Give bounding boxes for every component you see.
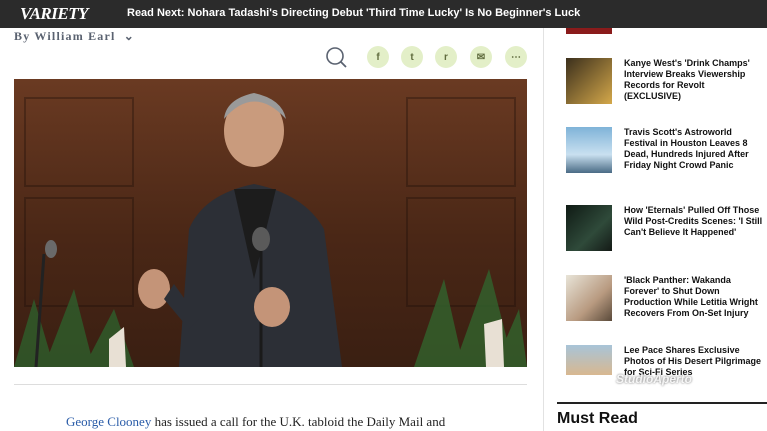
column-separator: [543, 28, 544, 431]
reddit-share-button[interactable]: r: [435, 46, 457, 68]
sidebar-item-eternals[interactable]: How 'Eternals' Pulled Off Those Wild Pos…: [566, 205, 766, 253]
article-body-text: has issued a call for the U.K. tabloid t…: [151, 414, 446, 429]
sidebar-thumbnail: [566, 127, 612, 173]
twitter-icon: t: [410, 51, 414, 63]
read-next-link[interactable]: Read Next: Nohara Tadashi's Directing De…: [127, 7, 580, 19]
must-read-rule: [557, 402, 767, 404]
sidebar-item-title[interactable]: Travis Scott's Astroworld Festival in Ho…: [624, 127, 764, 171]
sidebar-thumbnail: [566, 28, 612, 34]
sidebar-item-title[interactable]: 'Black Panther: Wakanda Forever' to Shut…: [624, 275, 764, 319]
sidebar-thumbnail: [566, 58, 612, 104]
hero-image: [14, 79, 527, 367]
sidebar-item-cutoff[interactable]: [566, 28, 766, 36]
email-share-button[interactable]: ✉: [470, 46, 492, 68]
twitter-share-button[interactable]: t: [401, 46, 423, 68]
top-bar: VARIETY Read Next: Nohara Tadashi's Dire…: [0, 0, 767, 28]
byline[interactable]: By William Earl ⌄: [14, 29, 135, 44]
must-read-heading: Must Read: [557, 410, 638, 427]
facebook-icon: f: [376, 51, 380, 63]
search-icon[interactable]: [325, 46, 347, 68]
email-icon: ✉: [476, 51, 486, 63]
sidebar-item-title[interactable]: Kanye West's 'Drink Champs' Interview Br…: [624, 58, 764, 102]
content-divider: [14, 384, 527, 385]
article-body: George Clooney has issued a call for the…: [66, 414, 445, 430]
facebook-share-button[interactable]: f: [367, 46, 389, 68]
sidebar-thumbnail: [566, 205, 612, 251]
chevron-down-icon[interactable]: ⌄: [124, 29, 135, 43]
more-share-button[interactable]: ⋯: [505, 46, 527, 68]
variety-logo[interactable]: VARIETY: [20, 4, 88, 24]
more-icon: ⋯: [511, 51, 521, 63]
broadcast-watermark: StudioAperto: [616, 372, 692, 386]
george-clooney-link[interactable]: George Clooney: [66, 414, 151, 429]
sidebar-thumbnail: [566, 345, 612, 375]
sidebar-item-kanye[interactable]: Kanye West's 'Drink Champs' Interview Br…: [566, 58, 766, 106]
sidebar-item-title[interactable]: How 'Eternals' Pulled Off Those Wild Pos…: [624, 205, 764, 238]
sidebar-item-travis-scott[interactable]: Travis Scott's Astroworld Festival in Ho…: [566, 127, 766, 175]
sidebar-item-black-panther[interactable]: 'Black Panther: Wakanda Forever' to Shut…: [566, 275, 766, 323]
sidebar-thumbnail: [566, 275, 612, 321]
byline-text: By William Earl: [14, 29, 116, 43]
reddit-icon: r: [444, 51, 448, 63]
